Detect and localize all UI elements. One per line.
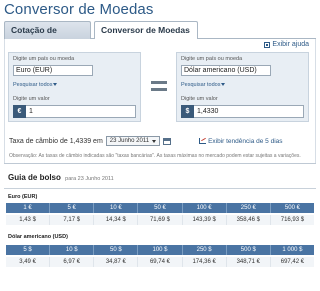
to-search-all-label: Pesquisar todos	[181, 82, 221, 88]
table-value-cell: 143,39 $	[182, 215, 227, 225]
table-value-cell: 71,69 $	[138, 215, 183, 225]
table-value-cell: 348,71 €	[226, 257, 271, 267]
tab-cotacao-de-moedas[interactable]: Cotação de Moedas	[4, 21, 91, 52]
table-value-cell: 3,49 €	[6, 257, 51, 267]
equals-icon	[151, 81, 167, 95]
from-amount-input[interactable]: 1	[26, 105, 136, 118]
tab-strip: Cotação de Moedas Conversor de Moedas	[4, 21, 316, 52]
from-currency-box: Digite um país ou moeda Euro (EUR) Pesqu…	[8, 52, 141, 122]
table-value-cell: 1,43 $	[6, 215, 51, 225]
from-amount-row: € 1	[13, 105, 136, 118]
table-value-row-usd: 3,49 € 6,97 € 34,87 € 69,74 € 174,36 € 3…	[6, 257, 314, 267]
from-amount-label: Digite um valor	[13, 96, 50, 102]
table-header-cell: 500 $	[226, 245, 271, 255]
table-currency-label-usd: Dólar americano (USD)	[8, 234, 68, 240]
to-search-all-link[interactable]: Pesquisar todos	[181, 82, 226, 88]
guide-title-text: Guia de bolso	[8, 173, 61, 182]
help-link[interactable]: Exibir ajuda	[264, 41, 309, 48]
exchange-rate-row: Taxa de câmbio de 1,4339 em 23 Junho 201…	[9, 136, 283, 146]
table-header-cell: 5 $	[6, 245, 51, 255]
table-header-cell: 10 $	[50, 245, 95, 255]
table-header-cell: 100 $	[138, 245, 183, 255]
table-header-cell: 1 €	[6, 203, 51, 213]
help-icon	[264, 41, 271, 48]
table-header-cell: 50 $	[94, 245, 139, 255]
table-header-cell: 50 €	[138, 203, 183, 213]
date-select[interactable]: 23 Junho 2011	[105, 136, 161, 146]
pocket-guide: Guia de bolso para 23 Junho 2011 Euro (E…	[4, 163, 316, 291]
table-header-cell: 1 000 $	[270, 245, 314, 255]
guide-title: Guia de bolso para 23 Junho 2011	[8, 173, 114, 182]
trend-link-label: Exibir tendência de 5 dias	[208, 137, 283, 145]
from-currency-label: Digite um país ou moeda	[13, 56, 75, 62]
table-value-cell: 174,36 €	[182, 257, 227, 267]
divider	[4, 188, 316, 189]
converter-panel: Exibir ajuda Digite um país ou moeda Eur…	[4, 39, 316, 163]
table-value-cell: 6,97 €	[50, 257, 95, 267]
calendar-icon[interactable]	[163, 137, 172, 145]
table-header-cell: 10 €	[94, 203, 139, 213]
table-header-row-eur: 1 € 5 € 10 € 50 € 100 € 250 € 500 €	[6, 203, 314, 213]
from-search-all-link[interactable]: Pesquisar todos	[13, 82, 58, 88]
trend-link[interactable]: Exibir tendência de 5 dias	[199, 137, 283, 145]
table-value-row-eur: 1,43 $ 7,17 $ 14,34 $ 71,69 $ 143,39 $ 3…	[6, 215, 314, 225]
guide-subtitle: para 23 Junho 2011	[65, 176, 114, 182]
to-amount-row: $ 1,4330	[181, 105, 304, 118]
chevron-down-icon	[221, 83, 226, 87]
table-header-cell: 250 €	[226, 203, 271, 213]
date-select-value: 23 Junho 2011	[109, 138, 150, 144]
exchange-rate-label: Taxa de câmbio de 1,4339 em	[9, 137, 103, 145]
table-header-row-usd: 5 $ 10 $ 50 $ 100 $ 250 $ 500 $ 1 000 $	[6, 245, 314, 255]
trend-chart-icon	[199, 138, 207, 144]
table-value-cell: 358,46 $	[226, 215, 271, 225]
observation-text: Observação: As taxas de câmbio indicadas…	[9, 153, 301, 159]
table-value-cell: 697,42 €	[270, 257, 314, 267]
euro-symbol-icon: €	[13, 105, 26, 118]
page-title: Conversor de Moedas	[4, 1, 154, 18]
tab-conversor-de-moedas[interactable]: Conversor de Moedas	[94, 21, 198, 40]
chevron-down-icon	[152, 139, 157, 143]
table-header-cell: 250 $	[182, 245, 227, 255]
from-currency-input[interactable]: Euro (EUR)	[13, 65, 93, 76]
to-currency-label: Digite um país ou moeda	[181, 56, 243, 62]
table-header-cell: 500 €	[270, 203, 314, 213]
table-value-cell: 34,87 €	[94, 257, 139, 267]
to-currency-box: Digite um país ou moeda Dólar americano …	[176, 52, 309, 122]
table-value-cell: 14,34 $	[94, 215, 139, 225]
table-currency-label-eur: Euro (EUR)	[8, 194, 38, 200]
table-value-cell: 69,74 €	[138, 257, 183, 267]
to-amount-input[interactable]: 1,4330	[194, 105, 304, 118]
table-header-cell: 100 €	[182, 203, 227, 213]
chevron-down-icon	[53, 83, 58, 87]
from-search-all-label: Pesquisar todos	[13, 82, 53, 88]
table-value-cell: 7,17 $	[50, 215, 95, 225]
to-amount-label: Digite um valor	[181, 96, 218, 102]
table-value-cell: 716,93 $	[270, 215, 314, 225]
to-currency-input[interactable]: Dólar americano (USD)	[181, 65, 271, 76]
dollar-symbol-icon: $	[181, 105, 194, 118]
table-header-cell: 5 €	[50, 203, 95, 213]
help-link-label: Exibir ajuda	[272, 41, 309, 48]
